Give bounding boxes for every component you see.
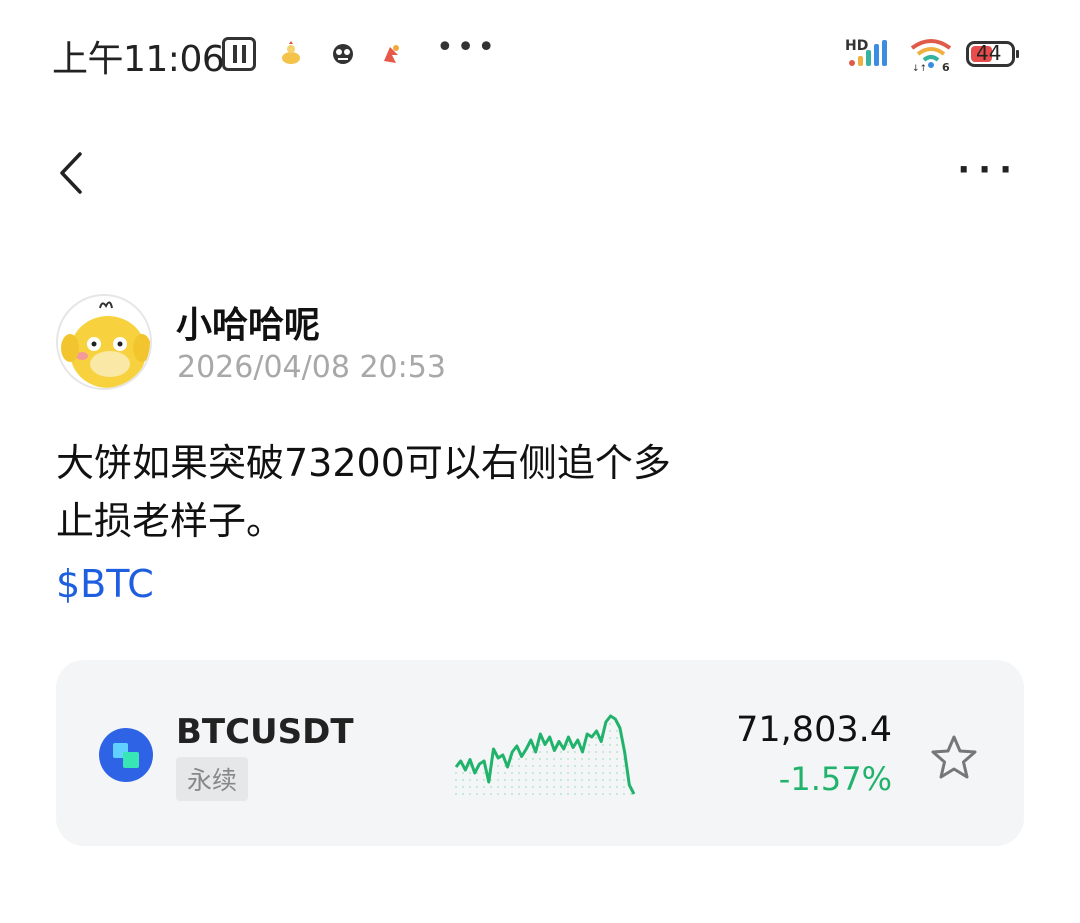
status-time: 上午11:06 bbox=[52, 39, 225, 80]
nav-bar: ··· bbox=[0, 130, 1080, 220]
sparkline-line bbox=[454, 714, 636, 795]
post-text-line-2: 止损老样子。 bbox=[56, 499, 285, 543]
signal-icon bbox=[849, 40, 887, 66]
coin-icon bbox=[99, 728, 153, 782]
contract-type-badge: 永续 bbox=[176, 757, 249, 801]
battery-icon: 44 bbox=[966, 40, 1020, 68]
nfc-icon bbox=[222, 37, 256, 71]
battery-level: 44 bbox=[976, 41, 1002, 65]
emoji-app-icon bbox=[330, 41, 356, 67]
post-content: 大饼如果突破73200可以右侧追个多 止损老样子。 bbox=[56, 434, 756, 550]
game-app-icon bbox=[378, 41, 404, 67]
author-name[interactable]: 小哈哈呢 bbox=[176, 296, 320, 348]
btc-tag-link[interactable]: $BTC bbox=[56, 562, 154, 606]
svg-text:↓↑: ↓↑ bbox=[912, 64, 927, 72]
avatar[interactable] bbox=[56, 294, 152, 390]
more-options-button[interactable]: ··· bbox=[957, 153, 1020, 187]
price-sparkline bbox=[454, 714, 636, 795]
star-icon[interactable] bbox=[930, 734, 978, 780]
post-timestamp: 2026/04/08 20:53 bbox=[177, 350, 446, 385]
wifi-6-label: 6 bbox=[942, 61, 950, 72]
wifi-icon: ↓↑ 6 bbox=[910, 39, 952, 72]
ticker-price: 71,803.4 bbox=[736, 710, 892, 750]
status-bar: 上午11:06 ••• HD ↓↑ 6 44 bbox=[0, 0, 1080, 110]
post-text-line-1: 大饼如果突破73200可以右侧追个多 bbox=[56, 441, 671, 485]
chevron-left-icon[interactable] bbox=[56, 150, 86, 196]
chicken-app-icon bbox=[278, 41, 304, 67]
ticker-symbol: BTCUSDT bbox=[176, 712, 354, 752]
ticker-card[interactable]: BTCUSDT 永续 71,803.4 -1.57% bbox=[56, 660, 1024, 846]
ticker-change: -1.57% bbox=[778, 760, 892, 798]
more-notifications-icon: ••• bbox=[436, 30, 499, 65]
